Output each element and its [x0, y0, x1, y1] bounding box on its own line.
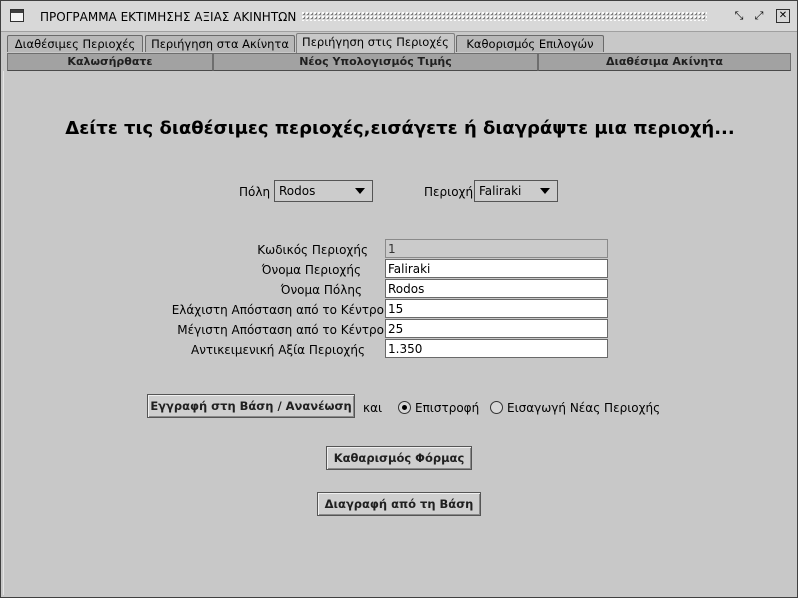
tab-browse-areas[interactable]: Περιήγηση στις Περιοχές: [296, 33, 455, 53]
chevron-down-icon: [355, 188, 365, 194]
tab-welcome[interactable]: Καλωσήρθατε: [7, 53, 213, 71]
tab-bar-secondary: Καλωσήρθατε Νέος Υπολογισμός Τιμής Διαθέ…: [3, 53, 791, 71]
min-distance-field[interactable]: [385, 299, 608, 318]
page-heading: Δείτε τις διαθέσιμες περιοχές,εισάγετε ή…: [65, 118, 735, 139]
tab-set-options[interactable]: Καθορισμός Επιλογών: [456, 35, 604, 52]
area-code-label: Κωδικός Περιοχής: [257, 243, 368, 257]
maximize-icon[interactable]: ⤢: [752, 9, 766, 23]
clear-form-button[interactable]: Καθαρισμός Φόρμας: [326, 446, 472, 470]
window-title: ΠΡΟΓΡΑΜΜΑ ΕΚΤΙΜΗΣΗΣ ΑΞΙΑΣ ΑΚΙΝΗΤΩΝ: [40, 10, 297, 24]
city-label: Πόλη: [239, 185, 271, 199]
area-name-field[interactable]: [385, 259, 608, 278]
chevron-down-icon: [540, 188, 550, 194]
max-distance-label: Μέγιστη Απόσταση από το Κέντρο: [177, 323, 384, 337]
insert-new-area-radio[interactable]: [490, 401, 503, 414]
min-distance-label: Ελάχιστη Απόσταση από το Κέντρο: [171, 303, 384, 317]
objective-value-label: Αντικειμενική Αξία Περιοχής: [191, 343, 365, 357]
city-name-label: Όνομα Πόλης: [280, 283, 362, 297]
area-select-value: Faliraki: [479, 184, 522, 198]
and-label: και: [363, 401, 383, 415]
tab-new-price-calculation[interactable]: Νέος Υπολογισμός Τιμής: [213, 53, 538, 71]
objective-value-field[interactable]: [385, 339, 608, 358]
city-select[interactable]: Rodos: [274, 180, 373, 202]
save-update-button[interactable]: Εγγραφή στη Βάση / Ανανέωση: [147, 394, 355, 418]
area-select[interactable]: Faliraki: [474, 180, 558, 202]
minimize-icon[interactable]: ⤡: [732, 9, 746, 23]
app-window: ΠΡΟΓΡΑΜΜΑ ΕΚΤΙΜΗΣΗΣ ΑΞΙΑΣ ΑΚΙΝΗΤΩΝ ⤡ ⤢ ✕…: [0, 0, 798, 598]
tab-bar-primary: Διαθέσιμες Περιοχές Περιήγηση στα Ακίνητ…: [3, 32, 797, 53]
tab-available-areas[interactable]: Διαθέσιμες Περιοχές: [7, 35, 143, 52]
city-name-field[interactable]: [385, 279, 608, 298]
window-icon: [10, 9, 24, 22]
close-icon[interactable]: ✕: [776, 9, 790, 23]
area-label: Περιοχή: [424, 185, 474, 199]
delete-from-database-button[interactable]: Διαγραφή από τη Βάση: [317, 492, 481, 516]
tab-available-properties[interactable]: Διαθέσιμα Ακίνητα: [538, 53, 791, 71]
max-distance-field[interactable]: [385, 319, 608, 338]
title-bar-grip: [301, 11, 707, 21]
return-radio[interactable]: [398, 401, 411, 414]
insert-new-area-radio-label[interactable]: Εισαγωγή Νέας Περιοχής: [507, 401, 660, 415]
city-select-value: Rodos: [279, 184, 316, 198]
area-code-field: [385, 239, 608, 258]
title-bar[interactable]: ΠΡΟΓΡΑΜΜΑ ΕΚΤΙΜΗΣΗΣ ΑΞΙΑΣ ΑΚΙΝΗΤΩΝ ⤡ ⤢ ✕: [1, 1, 797, 32]
return-radio-label[interactable]: Επιστροφή: [415, 401, 479, 415]
area-name-label: Όνομα Περιοχής: [261, 263, 361, 277]
tab-browse-properties[interactable]: Περιήγηση στα Ακίνητα: [145, 35, 295, 52]
